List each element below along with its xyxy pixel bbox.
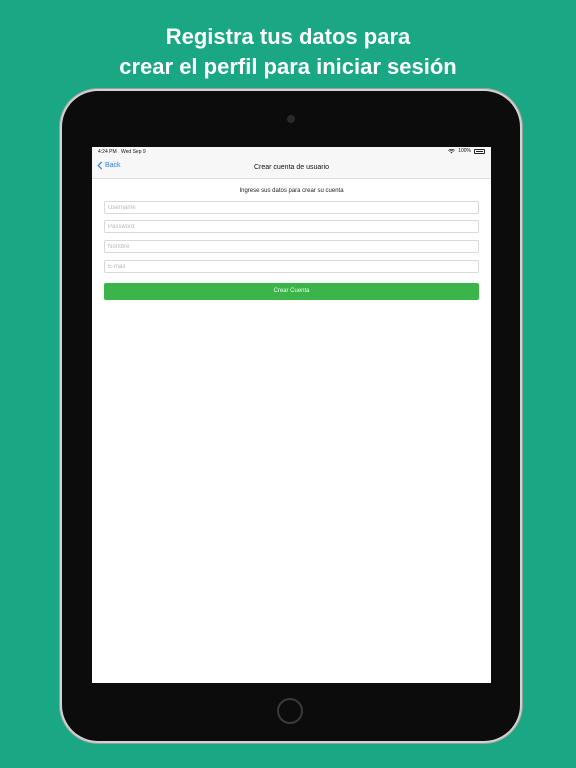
page-title: Crear cuenta de usuario	[253, 164, 330, 171]
email-field[interactable]	[104, 260, 479, 273]
battery-percent: 100%	[458, 148, 471, 154]
promo-headline: Registra tus datos para crear el perfil …	[0, 22, 576, 82]
battery-icon	[474, 148, 485, 154]
status-date: Wed Sep 9	[121, 149, 146, 155]
status-indicators: 100%	[448, 148, 485, 154]
status-bar: 4:24 PM Wed Sep 9 100%	[92, 147, 491, 157]
create-account-button[interactable]: Crear Cuenta	[104, 283, 479, 300]
navigation-bar: Back Crear cuenta de usuario	[92, 157, 491, 179]
headline-line-2: crear el perfil para iniciar sesión	[119, 54, 457, 79]
form-instruction: Ingrese sus datos para crear su cuenta	[239, 188, 344, 194]
password-field[interactable]	[104, 220, 479, 233]
headline-line-1: Registra tus datos para	[165, 24, 411, 49]
status-time: 4:24 PM	[98, 149, 117, 155]
wifi-icon	[448, 148, 456, 153]
home-button[interactable]	[277, 698, 303, 724]
camera-icon	[287, 115, 295, 123]
tablet-frame: 4:24 PM Wed Sep 9 100% Back Crear cuenta…	[62, 91, 520, 741]
username-field[interactable]	[104, 201, 479, 214]
app-screen: 4:24 PM Wed Sep 9 100% Back Crear cuenta…	[92, 147, 491, 683]
name-field[interactable]	[104, 240, 479, 253]
